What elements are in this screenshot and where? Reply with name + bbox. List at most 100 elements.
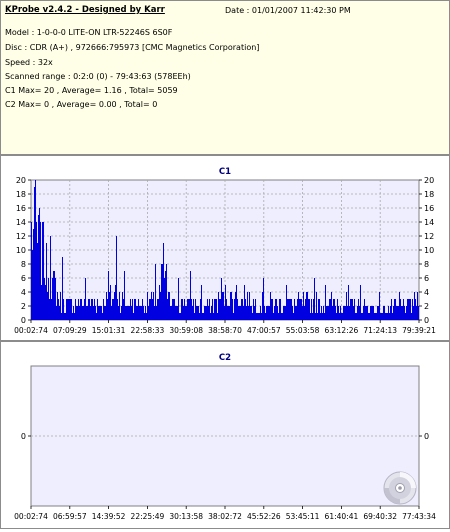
x-tick-label: 30:59:08	[169, 326, 203, 335]
c1-bar	[323, 306, 324, 320]
c1-bar	[65, 313, 66, 320]
x-tick-label: 38:02:72	[208, 512, 242, 521]
c1-bar	[123, 299, 124, 320]
c1-bar	[273, 313, 274, 320]
c1-bar	[54, 271, 55, 320]
c1-bar	[244, 285, 245, 320]
c1-bar	[402, 306, 403, 320]
c1-bar	[117, 299, 118, 320]
c1-bar	[309, 299, 310, 320]
c1-bar	[417, 292, 418, 320]
c1-bar	[144, 313, 145, 320]
c1-bar	[80, 299, 81, 320]
c1-bar	[337, 299, 338, 320]
c1-bar	[274, 306, 275, 320]
c1-bar	[167, 299, 168, 320]
c1-bar	[332, 306, 333, 320]
c1-bar	[335, 306, 336, 320]
c1-bar	[101, 306, 102, 320]
c1-bar	[231, 292, 232, 320]
y-tick-label-left: 0	[21, 432, 26, 441]
y-tick-label-right: 2	[424, 302, 429, 311]
c1-bar	[370, 306, 371, 320]
c1-chart: C1 0 0 2 2 4 4 6 6 8 8 10 10 12 12 14 14 16 16 18 18 20 20 00:0…	[14, 167, 436, 335]
c1-bar	[92, 299, 93, 320]
c1-bar	[43, 222, 44, 320]
c1-bar	[410, 299, 411, 320]
c1-bar	[358, 299, 359, 320]
c1-bar	[324, 313, 325, 320]
c1-bar	[418, 306, 419, 320]
y-tick-label-right: 18	[424, 190, 434, 199]
c1-bar	[34, 187, 35, 320]
c1-bar	[173, 299, 174, 320]
c1-bar	[326, 306, 327, 320]
c1-bar	[135, 299, 136, 320]
c1-bar	[60, 292, 61, 320]
c1-bar	[32, 250, 33, 320]
c1-bar	[258, 313, 259, 320]
c1-bar	[254, 306, 255, 320]
c1-bar	[224, 306, 225, 320]
c1-bar	[302, 306, 303, 320]
c1-bar	[408, 299, 409, 320]
c1-bar	[395, 299, 396, 320]
c1-bar	[100, 306, 101, 320]
y-tick-label-left: 2	[21, 302, 26, 311]
c1-bar	[266, 306, 267, 320]
c1-bar	[115, 285, 116, 320]
info-panel: KProbe v2.4.2 - Designed by Karr Date : …	[0, 0, 450, 155]
c1-bar	[221, 278, 222, 320]
c1-bar	[146, 313, 147, 320]
c1-bar	[172, 299, 173, 320]
x-tick-label: 14:39:52	[92, 512, 126, 521]
c1-bar	[294, 299, 295, 320]
c1-bar	[39, 208, 40, 320]
c1-bar	[413, 306, 414, 320]
c1-bar	[217, 313, 218, 320]
c1-bar	[372, 306, 373, 320]
c1-bar	[70, 299, 71, 320]
c1-bar	[277, 306, 278, 320]
c1-bar	[373, 306, 374, 320]
x-tick-label: 06:59:57	[53, 512, 87, 521]
c1-bar	[137, 306, 138, 320]
c1-bar	[93, 306, 94, 320]
c1-bar	[299, 299, 300, 320]
c1-bar	[363, 306, 364, 320]
c1-bar	[88, 299, 89, 320]
c1-bar	[110, 285, 111, 320]
c1-bar	[116, 236, 117, 320]
c1-bar	[209, 299, 210, 320]
c1-bar	[44, 278, 45, 320]
x-tick-label: 71:24:13	[363, 326, 397, 335]
c1-bar	[251, 306, 252, 320]
scanned-range: Scanned range : 0:2:0 (0) - 79:43:63 (57…	[5, 72, 191, 81]
c1-bar	[219, 299, 220, 320]
c1-bar	[272, 299, 273, 320]
c1-bar	[90, 306, 91, 320]
c1-bar	[365, 306, 366, 320]
c1-bar	[196, 306, 197, 320]
c1-bar	[190, 271, 191, 320]
c1-bar	[67, 299, 68, 320]
c1-bar	[216, 299, 217, 320]
chart-title: C1	[219, 167, 231, 177]
c1-bar	[362, 313, 363, 320]
x-tick-label: 38:58:70	[208, 326, 242, 335]
c1-bar	[181, 299, 182, 320]
app-title: KProbe v2.4.2 - Designed by Karr	[5, 5, 165, 15]
c1-bar	[188, 299, 189, 320]
c1-bar	[139, 306, 140, 320]
c1-bar	[249, 292, 250, 320]
cd-disc-icon	[383, 471, 417, 505]
c1-bar	[325, 285, 326, 320]
c1-bar	[57, 292, 58, 320]
c1-bar	[162, 264, 163, 320]
y-tick-label-left: 12	[16, 232, 26, 241]
c1-bar	[62, 257, 63, 320]
c1-bar	[184, 299, 185, 320]
c1-bar	[278, 313, 279, 320]
x-tick-label: 15:01:31	[92, 326, 126, 335]
chart-title: C2	[219, 353, 231, 363]
